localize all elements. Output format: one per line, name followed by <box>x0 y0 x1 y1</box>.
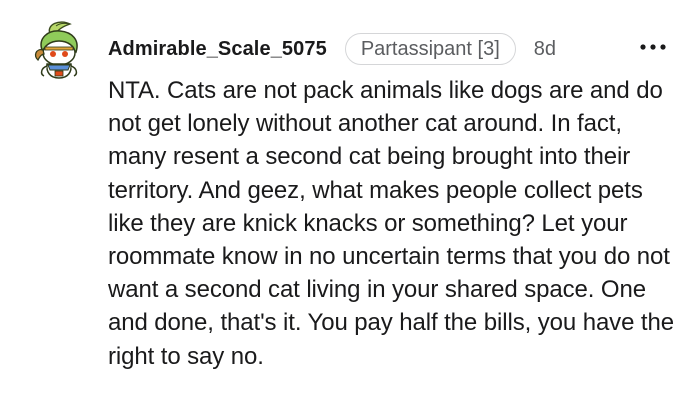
avatar[interactable] <box>30 20 88 80</box>
snoo-avatar-icon <box>34 21 78 79</box>
author-name[interactable]: Admirable_Scale_5075 <box>108 38 327 61</box>
user-flair: Partassipant [3] <box>344 33 516 65</box>
comment-body: NTA. Cats are not pack animals like dogs… <box>108 77 674 370</box>
comment-header: Admirable_Scale_5075 Partassipant [3] 8d <box>108 31 556 67</box>
comment: Admirable_Scale_5075 Partassipant [3] 8d… <box>0 0 700 409</box>
ellipsis-icon <box>640 44 666 50</box>
comment-age[interactable]: 8d <box>534 38 556 61</box>
more-options-button[interactable] <box>638 40 668 54</box>
